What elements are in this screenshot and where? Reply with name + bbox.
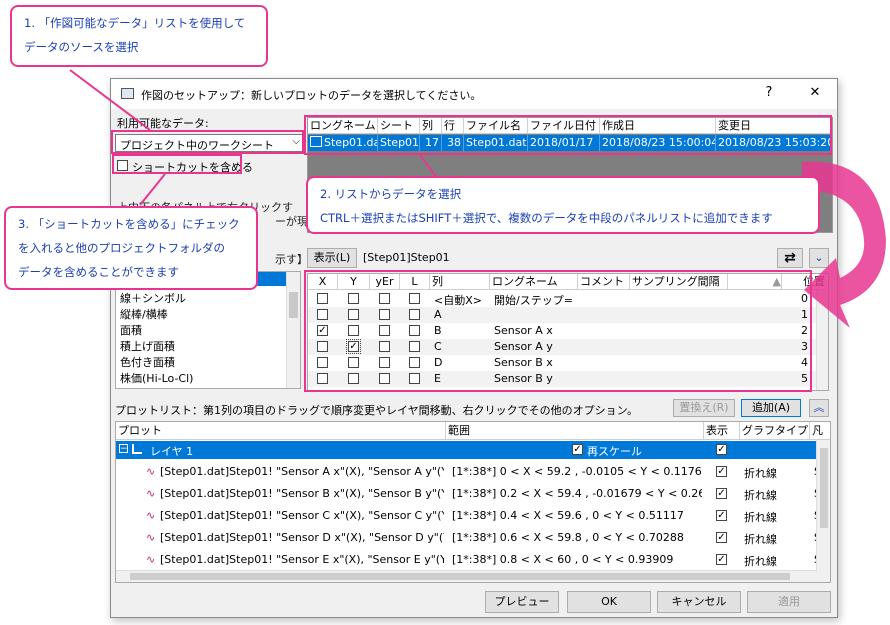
callout-1-line1: 1. 「作図可能なデータ」リストを使用して (24, 16, 246, 30)
callout-1: 1. 「作図可能なデータ」リストを使用して データのソースを選択 (10, 5, 268, 67)
callout-2-line1: 2. リストからデータを選択 (320, 187, 462, 201)
callout-3-line2: を入れると他のプロジェクトフォルダの (18, 241, 225, 255)
callout-2-line2: CTRL＋選択またはSHIFT＋選択で、複数のデータを中段のパネルリストに追加で… (320, 211, 773, 225)
callout-3: 3. 「ショートカットを含める」にチェック を入れると他のプロジェクトフォルダの… (4, 206, 258, 290)
callout-connectors (69, 69, 441, 206)
callout-2: 2. リストからデータを選択 CTRL＋選択またはSHIFT＋選択で、複数のデー… (306, 176, 820, 234)
callout-1-line2: データのソースを選択 (24, 40, 139, 54)
callout-3-line1: 3. 「ショートカットを含める」にチェック (18, 217, 240, 231)
callout-3-line3: データを含めることができます (18, 265, 179, 279)
